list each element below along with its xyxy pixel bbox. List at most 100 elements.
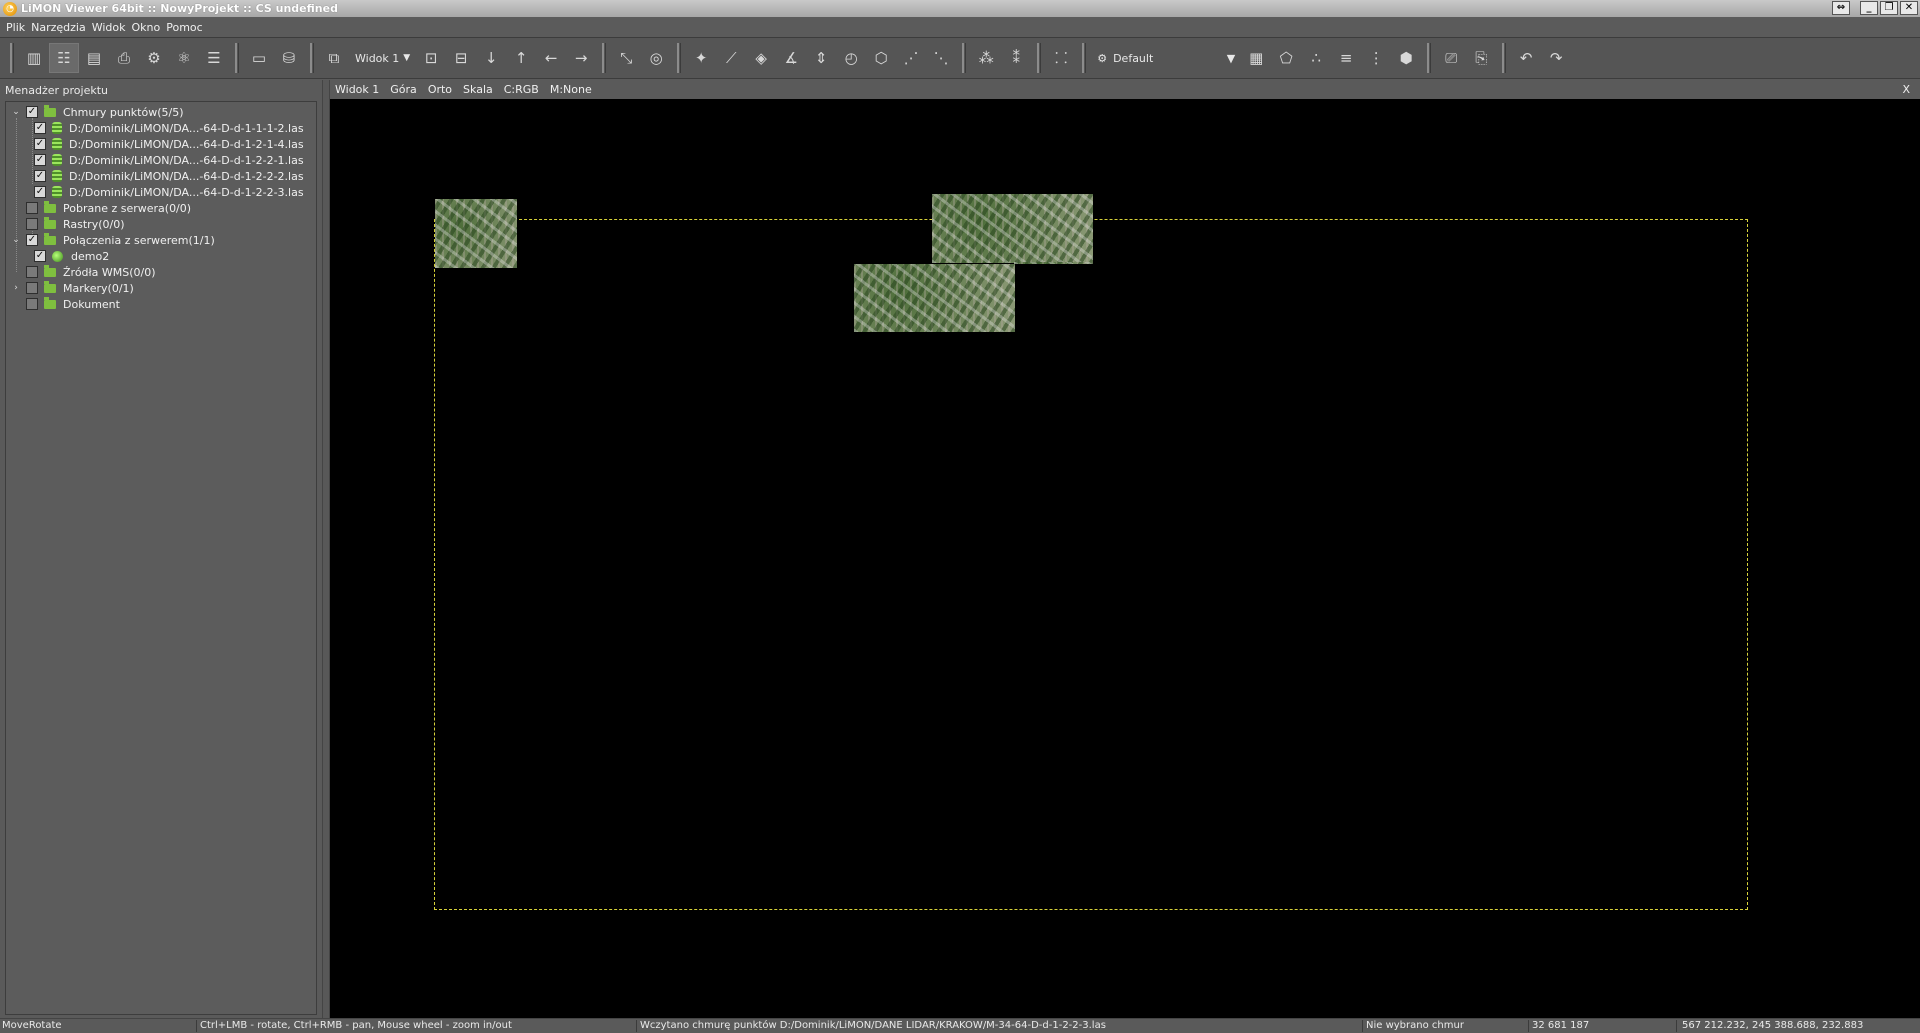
style-combo[interactable]: ⚙ Default ▼ [1091,46,1241,70]
toolbar-grip[interactable] [1037,43,1042,73]
export-icon[interactable]: ⎘ [1466,43,1496,73]
chevron-down-icon[interactable]: ⌄ [10,235,22,245]
checkbox[interactable]: ✓ [34,250,46,262]
document-settings-icon[interactable]: ⎙ [109,43,139,73]
chevron-down-icon[interactable]: ⌄ [10,107,22,117]
measure-section-icon[interactable]: ⋱ [926,43,956,73]
render-lines-icon[interactable]: ≡ [1331,43,1361,73]
project-tree-icon[interactable]: ☷ [49,43,79,73]
restore-button[interactable]: ❐ [1880,1,1898,15]
checkbox[interactable]: ✓ [34,186,46,198]
tree-item-document[interactable]: Dokument [10,296,120,312]
tree-item-cloud[interactable]: ✓ D:/Dominik/LiMON/DA...-64-D-d-1-2-2-3.… [30,184,304,200]
view-front-icon[interactable]: ⊟ [446,43,476,73]
move-up-icon[interactable]: ↑ [506,43,536,73]
toolbar-grip[interactable] [1082,43,1087,73]
3d-viewport[interactable] [330,99,1920,1018]
project-manager-panel: Menadżer projektu ⌄ ✓ Chmury punktów(5/5… [0,80,322,1018]
measure-profile-icon[interactable]: ⋰ [896,43,926,73]
toolbar-grip[interactable] [602,43,607,73]
tree-item-downloaded[interactable]: Pobrane z serwera(0/0) [10,200,191,216]
tree-item-cloud[interactable]: ✓ D:/Dominik/LiMON/DA...-64-D-d-1-2-1-4.… [30,136,304,152]
measure-volume-icon[interactable]: ⬡ [866,43,896,73]
measure-height-icon[interactable]: ⇕ [806,43,836,73]
view-projection[interactable]: Orto [428,83,452,96]
list-icon[interactable]: ☰ [199,43,229,73]
measure-area-icon[interactable]: ◈ [746,43,776,73]
grid-icon[interactable]: ▦ [1241,43,1271,73]
menu-okno[interactable]: Okno [129,21,164,34]
tree-item-server-connections[interactable]: ⌄ ✓ Połączenia z serwerem(1/1) [10,232,215,248]
shape-icon[interactable]: ⬠ [1271,43,1301,73]
add-point-icon[interactable]: ✦ [686,43,716,73]
view-select[interactable]: Widok 1 ▼ [349,45,416,71]
tree-item-rasters[interactable]: Rastry(0/0) [10,216,125,232]
classify-icon[interactable]: ⁂ [971,43,1001,73]
panel-splitter[interactable] [322,80,330,1018]
checkbox[interactable]: ✓ [34,170,46,182]
points-icon[interactable]: ⸬ [1046,43,1076,73]
move-right-icon[interactable]: → [566,43,596,73]
tree-item-server[interactable]: ✓ demo2 [30,248,109,264]
view-direction[interactable]: Góra [390,83,417,96]
checkbox[interactable] [26,266,38,278]
tree-item-cloud[interactable]: ✓ D:/Dominik/LiMON/DA...-64-D-d-1-2-2-2.… [30,168,304,184]
render-points-icon[interactable]: ∴ [1301,43,1331,73]
checkbox[interactable] [26,202,38,214]
toolbar-grip[interactable] [962,43,967,73]
toolbar-grip[interactable] [677,43,682,73]
properties-icon[interactable]: ▤ [79,43,109,73]
menu-pomoc[interactable]: Pomoc [163,21,205,34]
ruler-icon[interactable]: ▭ [244,43,274,73]
view-3d-icon[interactable]: ⧉ [319,43,349,73]
view-close-button[interactable]: X [1902,83,1910,96]
toolbar-grip[interactable] [1502,43,1507,73]
tree-item-point-clouds[interactable]: ⌄ ✓ Chmury punktów(5/5) [10,104,184,120]
checkbox[interactable]: ✓ [34,154,46,166]
render-settings-icon[interactable]: ⚛ [169,43,199,73]
view-scale[interactable]: Skala [463,83,493,96]
filter-icon[interactable]: ⁑ [1001,43,1031,73]
chevron-right-icon[interactable]: › [10,283,22,293]
redo-icon[interactable]: ↷ [1541,43,1571,73]
snapshot-icon[interactable]: ⎚ [1436,43,1466,73]
view-mode[interactable]: M:None [550,83,592,96]
render-mesh-icon[interactable]: ⋮ [1361,43,1391,73]
toolbar-grip[interactable] [1427,43,1432,73]
orbit-icon[interactable]: ◎ [641,43,671,73]
checkbox[interactable]: ✓ [26,106,38,118]
menu-plik[interactable]: Plik [3,21,28,34]
menu-narzedzia[interactable]: Narzędzia [28,21,89,34]
tree-item-markers[interactable]: › Markery(0/1) [10,280,134,296]
toolbar-grip[interactable] [235,43,239,73]
window-resize-button[interactable]: ⇔ [1832,1,1850,15]
tree-item-cloud[interactable]: ✓ D:/Dominik/LiMON/DA...-64-D-d-1-2-2-1.… [30,152,304,168]
minimize-button[interactable]: _ [1860,1,1878,15]
checkbox[interactable] [26,298,38,310]
toolbar-grip[interactable] [10,43,14,73]
layers-settings-icon[interactable]: ⚙ [139,43,169,73]
measure-radius-icon[interactable]: ◴ [836,43,866,73]
close-button[interactable]: ✕ [1900,1,1918,15]
render-solid-icon[interactable]: ⬢ [1391,43,1421,73]
view-top-icon[interactable]: ⊡ [416,43,446,73]
measure-distance-icon[interactable]: ⟋ [716,43,746,73]
checkbox[interactable]: ✓ [34,138,46,150]
move-down-icon[interactable]: ↓ [476,43,506,73]
undo-icon[interactable]: ↶ [1511,43,1541,73]
tree-item-cloud[interactable]: ✓ D:/Dominik/LiMON/DA...-64-D-d-1-1-1-2.… [30,120,304,136]
checkbox[interactable] [26,218,38,230]
zoom-extent-icon[interactable]: ⤡ [611,43,641,73]
menu-widok[interactable]: Widok [89,21,129,34]
move-left-icon[interactable]: ← [536,43,566,73]
panel-layout-icon[interactable]: ▥ [19,43,49,73]
tree-item-wms[interactable]: Źródła WMS(0/0) [10,264,156,280]
profile-icon[interactable]: ⛁ [274,43,304,73]
checkbox[interactable]: ✓ [34,122,46,134]
view-color-mode[interactable]: C:RGB [504,83,539,96]
measure-angle-icon[interactable]: ∡ [776,43,806,73]
view-name[interactable]: Widok 1 [335,83,379,96]
checkbox[interactable]: ✓ [26,234,38,246]
checkbox[interactable] [26,282,38,294]
toolbar-grip[interactable] [310,43,314,73]
